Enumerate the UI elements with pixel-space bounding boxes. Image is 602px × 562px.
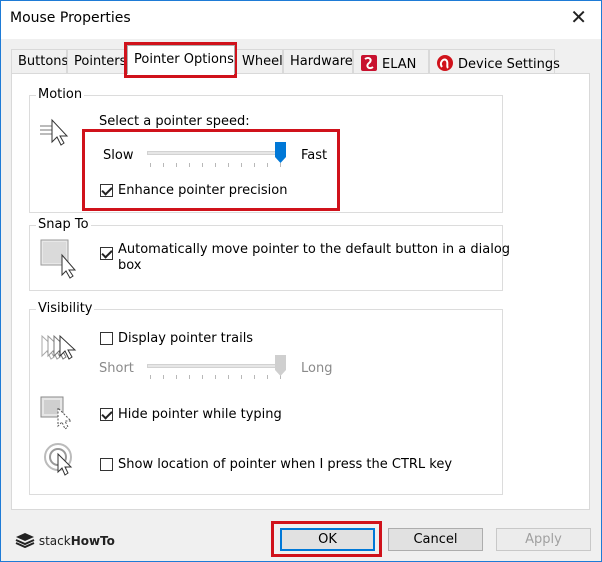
slider-tick bbox=[189, 163, 190, 167]
trail-length-thumb[interactable] bbox=[275, 355, 286, 376]
pointer-trails-icon bbox=[40, 332, 78, 368]
visibility-group: Visibility Display pointer trails Short … bbox=[29, 301, 503, 495]
slider-tick bbox=[176, 375, 177, 379]
tab-pointers[interactable]: Pointers bbox=[67, 49, 127, 73]
apply-button[interactable]: Apply bbox=[496, 528, 591, 551]
pointer-speed-thumb[interactable] bbox=[275, 142, 286, 163]
fast-label: Fast bbox=[301, 148, 328, 163]
slider-tick bbox=[215, 375, 216, 379]
slider-tick bbox=[163, 163, 164, 167]
visibility-group-label: Visibility bbox=[36, 301, 95, 316]
tab-panel: Motion Select a pointer speed: Slow Fast… bbox=[11, 73, 590, 510]
slider-tick bbox=[202, 163, 203, 167]
slider-tick bbox=[189, 375, 190, 379]
snap-to-label-line2: box bbox=[118, 258, 142, 273]
synaptics-icon bbox=[436, 54, 454, 72]
slider-tick bbox=[241, 163, 242, 167]
pointer-speed-label: Select a pointer speed: bbox=[99, 114, 250, 129]
enhance-precision-label: Enhance pointer precision bbox=[118, 183, 288, 198]
tab-hardware[interactable]: Hardware bbox=[283, 49, 353, 73]
enhance-precision-checkbox[interactable] bbox=[100, 184, 113, 197]
show-location-checkbox[interactable] bbox=[100, 458, 113, 471]
tab-elan[interactable]: ELAN bbox=[353, 49, 429, 73]
pointer-trails-checkbox[interactable] bbox=[100, 332, 113, 345]
short-label: Short bbox=[99, 361, 134, 376]
show-location-label: Show location of pointer when I press th… bbox=[118, 457, 453, 472]
stackhowto-logo: stackHowTo bbox=[15, 532, 115, 549]
snap-to-checkbox[interactable] bbox=[100, 247, 113, 260]
logo-text-howto: HowTo bbox=[70, 534, 115, 548]
snap-to-group: Snap To Automatically move pointer to th… bbox=[29, 217, 510, 291]
slider-tick bbox=[202, 375, 203, 379]
mouse-properties-window: Mouse Properties ✕ Buttons Pointers Poin… bbox=[0, 0, 602, 562]
trail-length-ticks bbox=[150, 375, 281, 380]
close-icon[interactable]: ✕ bbox=[570, 7, 587, 27]
tab-buttons[interactable]: Buttons bbox=[11, 49, 68, 73]
hide-pointer-checkbox[interactable] bbox=[100, 408, 113, 421]
long-label: Long bbox=[301, 361, 333, 376]
slider-tick bbox=[215, 163, 216, 167]
slider-tick bbox=[163, 375, 164, 379]
slider-tick bbox=[241, 375, 242, 379]
slider-tick bbox=[280, 163, 281, 167]
motion-group: Motion Select a pointer speed: Slow Fast… bbox=[29, 87, 503, 213]
slow-label: Slow bbox=[103, 148, 134, 163]
pointer-trails-label: Display pointer trails bbox=[118, 331, 254, 346]
slider-tick bbox=[254, 375, 255, 379]
pointer-speed-icon bbox=[40, 118, 74, 152]
snap-to-label-line1: Automatically move pointer to the defaul… bbox=[118, 242, 511, 257]
logo-text-stack: stack bbox=[38, 534, 71, 548]
cancel-button[interactable]: Cancel bbox=[388, 528, 483, 551]
hide-pointer-label: Hide pointer while typing bbox=[118, 407, 282, 422]
elan-icon bbox=[360, 54, 378, 72]
snap-to-icon bbox=[40, 239, 80, 283]
motion-group-label: Motion bbox=[36, 87, 85, 102]
slider-tick bbox=[267, 163, 268, 167]
show-location-icon bbox=[43, 442, 77, 482]
slider-tick bbox=[150, 375, 151, 379]
pointer-speed-track bbox=[147, 151, 285, 155]
trail-length-track bbox=[147, 364, 285, 368]
stack-layers-icon bbox=[15, 533, 35, 549]
pointer-speed-ticks bbox=[150, 163, 281, 168]
tab-device-settings[interactable]: Device Settings bbox=[429, 49, 560, 73]
slider-tick bbox=[150, 163, 151, 167]
snap-to-group-label: Snap To bbox=[36, 217, 91, 232]
tab-wheel[interactable]: Wheel bbox=[235, 49, 283, 73]
slider-tick bbox=[267, 375, 268, 379]
slider-tick bbox=[228, 375, 229, 379]
title-bar: Mouse Properties ✕ bbox=[1, 1, 601, 39]
slider-tick bbox=[254, 163, 255, 167]
slider-tick bbox=[228, 163, 229, 167]
window-title: Mouse Properties bbox=[10, 10, 131, 26]
slider-tick bbox=[176, 163, 177, 167]
hide-pointer-icon bbox=[40, 396, 76, 434]
tab-pointer-options[interactable]: Pointer Options bbox=[127, 45, 235, 74]
ok-button[interactable]: OK bbox=[280, 528, 375, 551]
